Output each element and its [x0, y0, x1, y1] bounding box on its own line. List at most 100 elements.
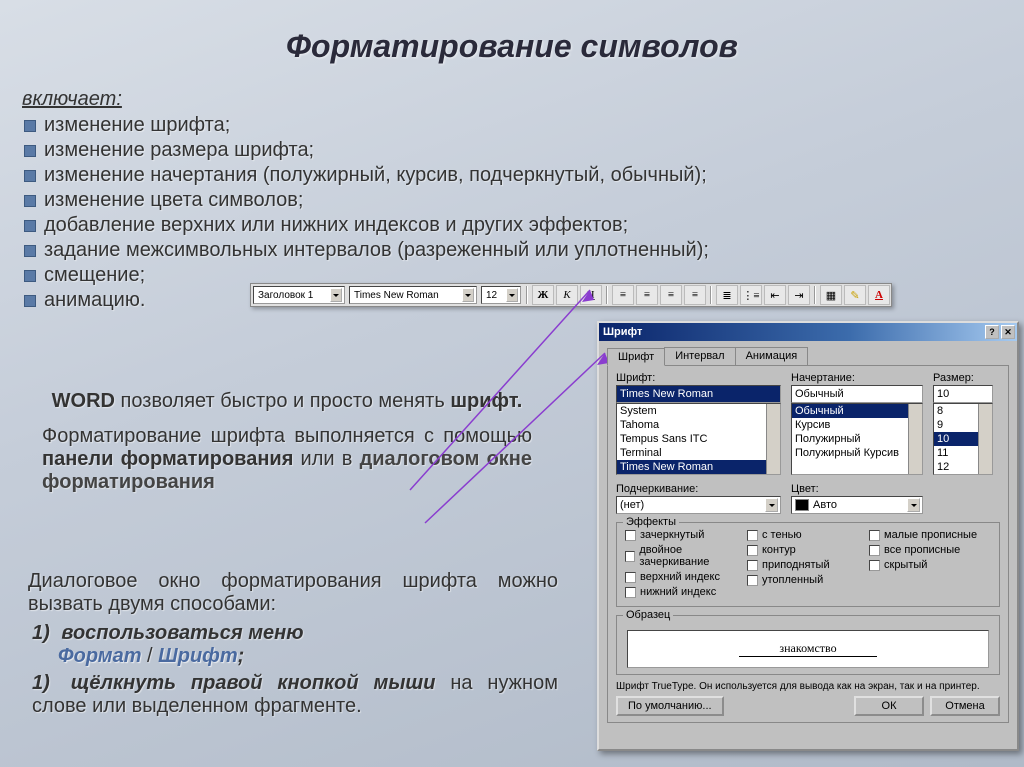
underline-combo[interactable]: (нет) — [616, 496, 781, 514]
indent-button[interactable]: ⇥ — [788, 285, 810, 305]
default-button[interactable]: По умолчанию... — [616, 696, 724, 716]
font-color-button[interactable]: A — [868, 285, 890, 305]
list-item[interactable]: Курсив — [792, 418, 908, 432]
style-combo[interactable]: Заголовок 1 — [253, 286, 345, 304]
italic-button[interactable]: К — [556, 285, 578, 305]
sample-preview: знакомство — [627, 630, 989, 668]
list-item[interactable]: 10 — [934, 432, 978, 446]
menu-font: Шрифт — [158, 645, 238, 667]
checkbox-emboss[interactable]: приподнятый — [747, 559, 869, 571]
bullet-section: включает: изменение шрифта; изменение ра… — [22, 88, 542, 313]
font-listbox[interactable]: System Tahoma Tempus Sans ITC Terminal T… — [616, 403, 781, 475]
how-block: Диалоговое окно форматирования шрифта мо… — [28, 570, 558, 722]
list-item[interactable]: Полужирный Курсив — [792, 446, 908, 460]
size-listbox[interactable]: 8 9 10 11 12 — [933, 403, 993, 475]
list-item[interactable]: Terminal — [617, 446, 766, 460]
color-swatch — [795, 499, 809, 511]
font-combo[interactable]: Times New Roman — [349, 286, 477, 304]
checkbox-super[interactable]: верхний индекс — [625, 571, 747, 583]
checkbox-allcaps[interactable]: все прописные — [869, 544, 991, 556]
list-item: изменение цвета символов; — [22, 188, 982, 213]
chevron-down-icon[interactable] — [462, 288, 474, 302]
list-item[interactable]: 9 — [934, 418, 978, 432]
align-left-button[interactable]: ≡ — [612, 285, 634, 305]
close-button[interactable]: ✕ — [1001, 325, 1015, 339]
list-item: изменение начертания (полужирный, курсив… — [22, 163, 982, 188]
list-item[interactable]: 12 — [934, 460, 978, 474]
font-label: Шрифт: — [616, 372, 781, 384]
list-item[interactable]: Полужирный — [792, 432, 908, 446]
align-center-button[interactable]: ≡ — [636, 285, 658, 305]
borders-button[interactable]: ▦ — [820, 285, 842, 305]
font-field[interactable]: Times New Roman — [616, 385, 781, 403]
chk-label: приподнятый — [762, 559, 830, 571]
chk-label: верхний индекс — [640, 571, 720, 583]
scrollbar[interactable] — [908, 404, 922, 474]
desc-text: или в — [293, 448, 359, 470]
list-item[interactable]: Tempus Sans ITC — [617, 432, 766, 446]
dialog-titlebar[interactable]: Шрифт ? ✕ — [599, 323, 1017, 341]
color-label: Цвет: — [791, 483, 923, 495]
style-listbox[interactable]: Обычный Курсив Полужирный Полужирный Кур… — [791, 403, 923, 475]
highlight-button[interactable]: ✎ — [844, 285, 866, 305]
checkbox-sub[interactable]: нижний индекс — [625, 586, 747, 598]
chevron-down-icon[interactable] — [765, 498, 778, 512]
sample-group: Образец знакомство — [616, 615, 1000, 675]
underline-value: (нет) — [620, 499, 644, 511]
bulleted-list-button[interactable]: ⋮≡ — [740, 285, 762, 305]
outdent-button[interactable]: ⇤ — [764, 285, 786, 305]
chevron-down-icon[interactable] — [506, 288, 518, 302]
scrollbar[interactable] — [978, 404, 992, 474]
bold-button[interactable]: Ж — [532, 285, 554, 305]
list-item[interactable]: Tahoma — [617, 418, 766, 432]
list-item[interactable]: Обычный — [792, 404, 908, 418]
chk-label: зачеркнутый — [640, 529, 704, 541]
font-combo-value: Times New Roman — [354, 290, 439, 301]
dialog-title: Шрифт — [603, 326, 642, 338]
separator — [710, 286, 712, 304]
help-button[interactable]: ? — [985, 325, 999, 339]
font-dialog: Шрифт ? ✕ Шрифт Интервал Анимация Шрифт:… — [597, 321, 1019, 751]
underline-label: Подчеркивание: — [616, 483, 781, 495]
style-field-value: Обычный — [795, 388, 844, 400]
separator — [606, 286, 608, 304]
chk-label: с тенью — [762, 529, 802, 541]
size-field[interactable]: 10 — [933, 385, 993, 403]
item-text: воспользоваться меню — [61, 622, 303, 644]
sample-text: знакомство — [739, 641, 876, 657]
tab-spacing[interactable]: Интервал — [664, 347, 735, 365]
tab-animation[interactable]: Анимация — [735, 347, 809, 365]
checkbox-smallcaps[interactable]: малые прописные — [869, 529, 991, 541]
list-item[interactable]: 8 — [934, 404, 978, 418]
checkbox-dstrike[interactable]: двойное зачеркивание — [625, 544, 747, 568]
style-field[interactable]: Обычный — [791, 385, 923, 403]
color-combo[interactable]: Авто — [791, 496, 923, 514]
separator — [814, 286, 816, 304]
chevron-down-icon[interactable] — [330, 288, 342, 302]
description-block: WORD позволяет быстро и просто менять шр… — [42, 390, 532, 494]
cancel-button[interactable]: Отмена — [930, 696, 1000, 716]
tab-font[interactable]: Шрифт — [607, 348, 665, 366]
menu-sep: / — [142, 645, 159, 667]
scrollbar[interactable] — [766, 404, 780, 474]
checkbox-engrave[interactable]: утопленный — [747, 574, 869, 586]
list-item[interactable]: 11 — [934, 446, 978, 460]
size-combo[interactable]: 12 — [481, 286, 521, 304]
chk-label: малые прописные — [884, 529, 977, 541]
checkbox-strike[interactable]: зачеркнутый — [625, 529, 747, 541]
formatting-toolbar: Заголовок 1 Times New Roman 12 Ж К Ч ≡ ≡… — [250, 283, 892, 307]
ok-button[interactable]: ОК — [854, 696, 924, 716]
list-item[interactable]: System — [617, 404, 766, 418]
desc-text: позволяет быстро и просто менять — [115, 390, 450, 412]
chk-label: двойное зачеркивание — [639, 544, 747, 568]
checkbox-outline[interactable]: контур — [747, 544, 869, 556]
align-justify-button[interactable]: ≡ — [684, 285, 706, 305]
numbered-list-button[interactable]: ≣ — [716, 285, 738, 305]
effects-label: Эффекты — [623, 516, 679, 528]
chevron-down-icon[interactable] — [907, 498, 920, 512]
list-item[interactable]: Times New Roman — [617, 460, 766, 474]
checkbox-hidden[interactable]: скрытый — [869, 559, 991, 571]
align-right-button[interactable]: ≡ — [660, 285, 682, 305]
checkbox-shadow[interactable]: с тенью — [747, 529, 869, 541]
underline-button[interactable]: Ч — [580, 285, 602, 305]
